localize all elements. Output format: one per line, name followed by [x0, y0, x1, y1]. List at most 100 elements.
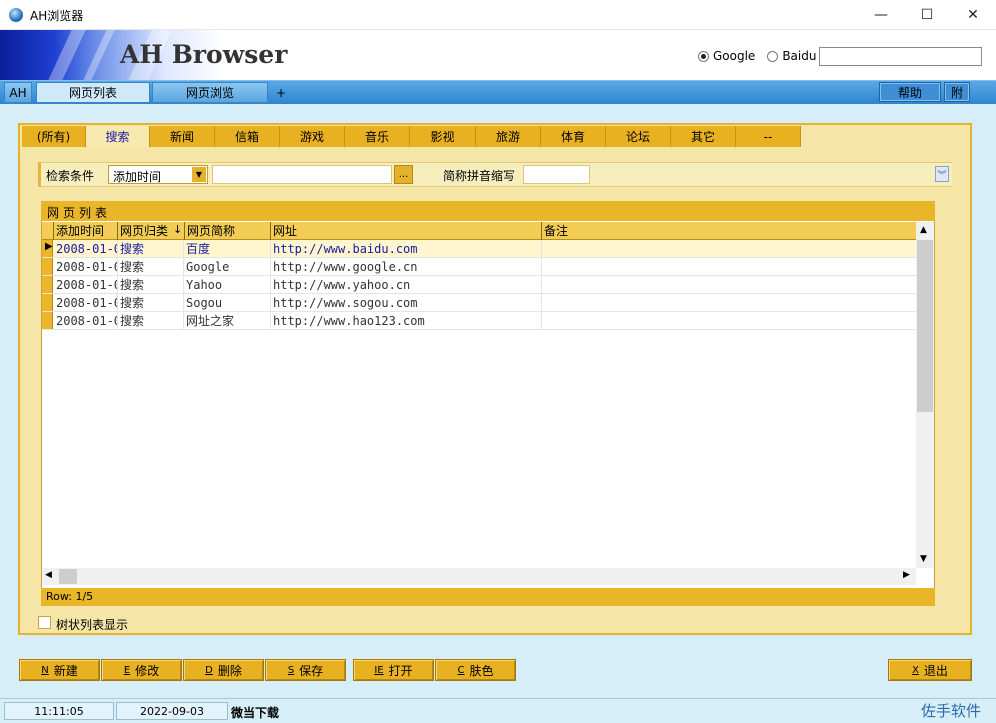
shortcut-key: X [912, 664, 919, 676]
cell-url[interactable]: http://www.hao123.com [273, 312, 539, 330]
category-tab-music[interactable]: 音乐 [345, 126, 410, 147]
scroll-right-icon[interactable]: ▶ [903, 570, 910, 580]
cell-url[interactable]: http://www.sogou.com [273, 294, 539, 312]
cell-category: 搜索 [120, 296, 145, 310]
cell-notes [544, 240, 914, 258]
category-tab-mail[interactable]: 信箱 [215, 126, 280, 147]
search-engine-selector: Google Baidu [698, 49, 816, 63]
cell-short-name: 百度 [186, 242, 211, 256]
horizontal-scroll-thumb[interactable] [59, 569, 77, 584]
delete-button[interactable]: D 删除 [183, 659, 264, 681]
vertical-scroll-thumb[interactable] [917, 240, 933, 412]
category-tab-more[interactable]: -- [736, 126, 801, 147]
grip-icon[interactable]: ⠿ [47, 206, 927, 216]
column-divider [117, 240, 118, 330]
category-tab-other[interactable]: 其它 [671, 126, 736, 147]
category-tab-games[interactable]: 游戏 [280, 126, 345, 147]
shortcut-key: C [457, 664, 465, 676]
row-indicator[interactable] [42, 276, 53, 293]
cell-added-time: 2008-01-0 [56, 278, 117, 292]
cell-url[interactable]: http://www.baidu.com [273, 240, 539, 258]
cell-category: 搜索 [120, 314, 145, 328]
cell-notes [544, 276, 914, 294]
cell-url[interactable]: http://www.google.cn [273, 258, 539, 276]
row-status-bar: Row: 1/5 [41, 588, 935, 606]
open-button[interactable]: IE 打开 [353, 659, 434, 681]
tab-webpage-list[interactable]: 网页列表 [36, 82, 150, 103]
tab-ah[interactable]: AH [4, 82, 32, 103]
column-divider [183, 240, 184, 330]
horizontal-scrollbar[interactable]: ◀ ▶ [42, 568, 916, 585]
browse-button[interactable]: ... [394, 165, 413, 184]
cell-added-time: 2008-01-0 [56, 314, 117, 328]
button-label: 肤色 [469, 663, 494, 678]
minimize-button[interactable]: — [858, 0, 904, 30]
save-button[interactable]: S 保存 [265, 659, 346, 681]
row-indicator[interactable]: ▶ [42, 240, 53, 257]
row-indicator[interactable] [42, 294, 53, 311]
maximize-button[interactable]: ☐ [904, 0, 950, 30]
category-tab-forum[interactable]: 论坛 [606, 126, 671, 147]
column-header-added-time[interactable]: 添加时间 [53, 222, 117, 240]
category-tab-search[interactable]: 搜索 [86, 126, 150, 147]
scroll-up-icon[interactable]: ▲ [920, 225, 927, 235]
google-radio[interactable] [698, 50, 709, 62]
tree-view-checkbox[interactable] [38, 616, 51, 629]
button-label: 打开 [388, 663, 413, 678]
abbr-input[interactable] [523, 165, 590, 184]
column-header-notes[interactable]: 备注 [541, 222, 916, 240]
category-tab-sports[interactable]: 体育 [541, 126, 606, 147]
cell-url[interactable]: http://www.yahoo.cn [273, 276, 539, 294]
filter-field-select[interactable]: 添加时间 ▼ [108, 165, 208, 184]
shortcut-key: D [205, 664, 213, 676]
column-header-url[interactable]: 网址 [270, 222, 541, 240]
column-header-short-name[interactable]: 网页简称 [184, 222, 270, 240]
category-tab-travel[interactable]: 旅游 [476, 126, 541, 147]
exit-button[interactable]: X 退出 [888, 659, 972, 681]
shortcut-key: IE [374, 664, 384, 676]
row-indicator[interactable] [42, 312, 53, 329]
status-date: 2022-09-03 [116, 702, 228, 720]
tree-view-label[interactable]: 树状列表显示 [56, 616, 128, 633]
cell-notes [544, 294, 914, 312]
new-button[interactable]: N 新建 [19, 659, 100, 681]
window-title: AH浏览器 [30, 9, 84, 23]
edit-button[interactable]: E 修改 [101, 659, 182, 681]
globe-icon [9, 8, 23, 22]
category-tab-news[interactable]: 新闻 [150, 126, 215, 147]
filter-text-input[interactable] [212, 165, 392, 184]
close-button[interactable]: ✕ [950, 0, 996, 30]
help-button[interactable]: 帮助 [879, 82, 941, 102]
scroll-left-icon[interactable]: ◀ [45, 570, 52, 580]
filter-label: 检索条件 [46, 169, 95, 183]
category-tab-video[interactable]: 影视 [410, 126, 476, 147]
dropdown-arrow-icon[interactable]: ▼ [192, 167, 206, 182]
current-row-arrow-icon: ▶ [45, 241, 53, 252]
search-input[interactable] [819, 47, 982, 66]
button-label: 退出 [923, 663, 948, 678]
baidu-label[interactable]: Baidu [782, 49, 816, 63]
cell-category: 搜索 [120, 278, 145, 292]
skin-button[interactable]: C 肤色 [435, 659, 516, 681]
baidu-radio[interactable] [767, 50, 779, 62]
attach-button[interactable]: 附 [944, 82, 970, 102]
scroll-down-icon[interactable]: ▼ [920, 554, 927, 564]
row-indicator[interactable] [42, 258, 53, 275]
tab-webpage-browse[interactable]: 网页浏览 [152, 82, 268, 103]
button-label: 删除 [217, 663, 242, 678]
cell-category: 搜索 [120, 242, 145, 256]
cell-added-time: 2008-01-0 [56, 260, 117, 274]
status-message: 微当下载 [231, 706, 280, 720]
corner-label: 佐手软件 [921, 702, 982, 720]
google-label[interactable]: Google [713, 49, 755, 63]
row-status: Row: 1/5 [46, 590, 94, 603]
button-label: 新建 [53, 663, 78, 678]
expand-chevron-icon[interactable]: ︾ [935, 166, 949, 182]
column-header-category[interactable]: 网页归类 [117, 222, 173, 240]
cell-category: 搜索 [120, 260, 145, 274]
button-label: 保存 [299, 663, 324, 678]
category-tab-all[interactable]: (所有) [22, 126, 86, 147]
cell-added-time: 2008-01-0 [56, 242, 117, 256]
add-tab-button[interactable]: + [270, 82, 292, 103]
status-time: 11:11:05 [4, 702, 114, 720]
